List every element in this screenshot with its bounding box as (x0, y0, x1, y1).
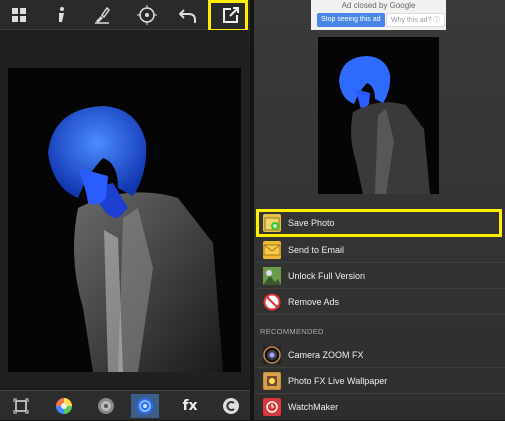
grid-icon[interactable] (7, 3, 31, 27)
recommended-item-photo-fx-live-wallpaper[interactable]: Photo FX Live Wallpaper (254, 368, 505, 394)
color-wheel-icon[interactable] (51, 394, 77, 418)
tool-bar: fx (0, 390, 250, 420)
crop-icon[interactable] (8, 394, 34, 418)
ad-banner: Ad closed by Google Stop seeing this ad … (311, 0, 446, 30)
brush-icon[interactable] (90, 3, 114, 27)
recommended-item-label: Photo FX Live Wallpaper (288, 376, 388, 386)
menu-item-label: Send to Email (288, 245, 345, 255)
unlock-icon (263, 267, 281, 285)
undo-icon[interactable] (176, 3, 200, 27)
camera-zoom-fx-icon (263, 346, 281, 364)
recommended-item-label: WatchMaker (288, 402, 339, 412)
menu-item-label: Remove Ads (288, 297, 340, 307)
recommended-item-camera-zoom-fx[interactable]: Camera ZOOM FX (254, 342, 505, 368)
why-this-ad-button[interactable]: Why this ad? ⓘ (386, 13, 446, 27)
lens-icon[interactable] (93, 394, 119, 418)
blur-icon[interactable] (131, 394, 159, 418)
photo-thumbnail (318, 37, 439, 194)
editor-toolbar (0, 0, 250, 32)
watchmaker-icon (263, 398, 281, 416)
share-panel: Ad closed by Google Stop seeing this ad … (254, 0, 505, 420)
target-icon[interactable] (135, 3, 159, 27)
fx-label: fx (182, 398, 198, 414)
menu-item-send-email[interactable]: Send to Email (254, 237, 505, 263)
email-icon (263, 241, 281, 259)
editor-panel: fx (0, 0, 250, 420)
menu-item-remove-ads[interactable]: Remove Ads (254, 289, 505, 315)
recommended-item-watchmaker[interactable]: WatchMaker (254, 394, 505, 420)
recommended-header: RECOMMENDED (260, 327, 324, 336)
menu-item-label: Unlock Full Version (288, 271, 366, 281)
stop-seeing-ad-button[interactable]: Stop seeing this ad (317, 13, 385, 27)
info-icon[interactable] (49, 3, 73, 27)
share-highlight (208, 0, 248, 32)
menu-item-unlock-full-version[interactable]: Unlock Full Version (254, 263, 505, 289)
c-icon[interactable] (218, 394, 244, 418)
recommended-item-label: Camera ZOOM FX (288, 350, 364, 360)
ad-closed-label: Ad closed by Google (341, 1, 416, 10)
edited-photo (8, 68, 241, 372)
save-highlight (256, 209, 502, 237)
fx-icon[interactable]: fx (177, 394, 203, 418)
photo-fx-icon (263, 372, 281, 390)
no-ads-icon (263, 293, 281, 311)
